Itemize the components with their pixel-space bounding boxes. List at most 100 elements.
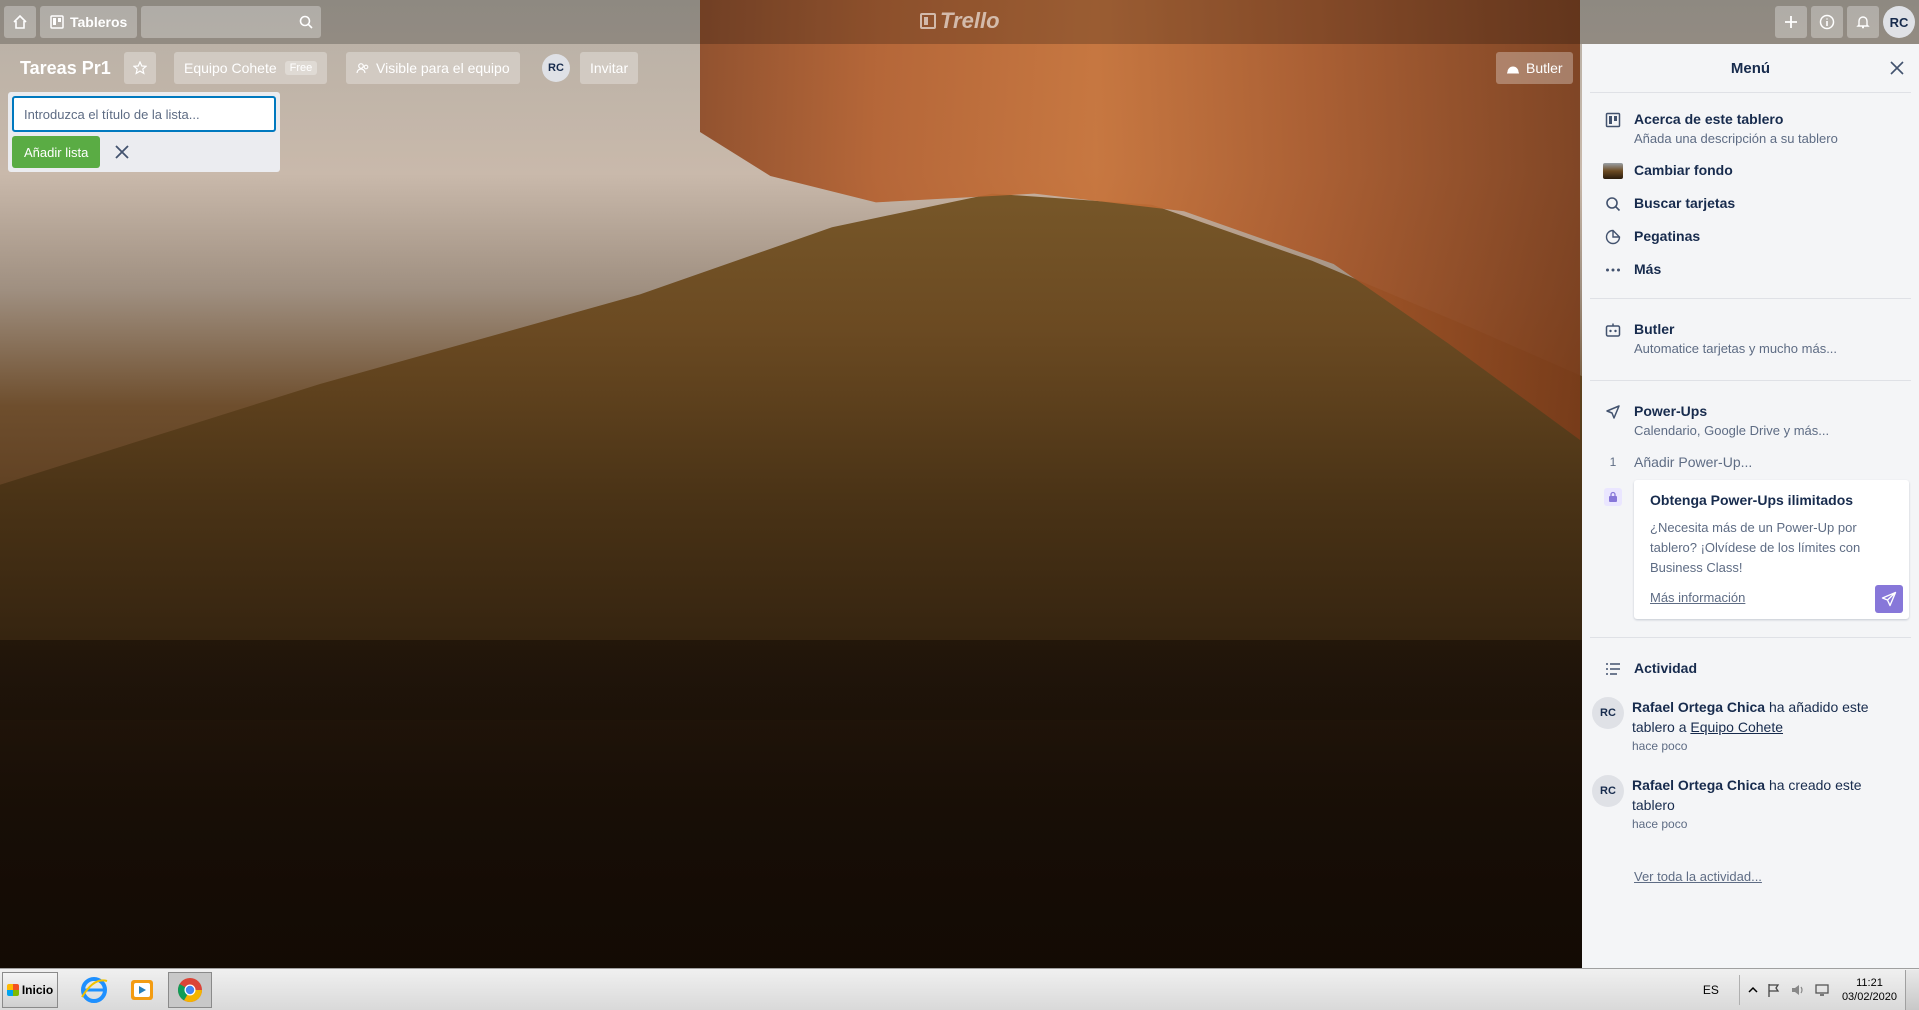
board-title[interactable]: Tareas Pr1	[12, 54, 119, 83]
rocket-icon	[1606, 405, 1620, 419]
info-icon	[1819, 14, 1835, 30]
activity-avatar[interactable]: RC	[1592, 697, 1624, 729]
invite-button[interactable]: Invitar	[580, 52, 639, 84]
menu-close-button[interactable]	[1887, 58, 1907, 78]
menu-powerups-section: Power-Ups Calendario, Google Drive y más…	[1582, 381, 1919, 637]
media-player-icon[interactable]	[120, 972, 164, 1008]
butler-button[interactable]: Butler	[1496, 52, 1573, 84]
notifications-button[interactable]	[1847, 6, 1879, 38]
menu-item-search-cards-title: Buscar tarjetas	[1634, 195, 1736, 211]
clock-date: 03/02/2020	[1841, 991, 1897, 1003]
volume-icon[interactable]	[1790, 982, 1806, 998]
team-button[interactable]: Equipo Cohete Free	[174, 52, 328, 84]
more-icon	[1606, 268, 1620, 272]
activity-header: Actividad	[1582, 654, 1919, 683]
trello-logo-icon	[920, 13, 936, 29]
search-input[interactable]	[141, 6, 322, 38]
start-button[interactable]: Inicio	[2, 971, 58, 1008]
menu-item-change-background-title: Cambiar fondo	[1634, 162, 1733, 178]
board-member-avatar[interactable]: RC	[542, 54, 570, 82]
menu-item-search-cards[interactable]: Buscar tarjetas	[1582, 185, 1919, 218]
activity-time[interactable]: hace poco	[1632, 739, 1907, 753]
boards-button[interactable]: Tableros	[40, 6, 138, 38]
powerup-count: 1	[1609, 455, 1617, 469]
menu-item-powerups-subtitle: Calendario, Google Drive y más...	[1634, 423, 1830, 438]
activity-avatar[interactable]: RC	[1592, 775, 1624, 807]
chrome-icon[interactable]	[168, 971, 212, 1008]
plus-icon	[1785, 16, 1797, 28]
star-button[interactable]	[124, 52, 156, 84]
activity-entry: RC Rafael Ortega Chica ha creado este ta…	[1582, 767, 1919, 839]
see-all-activity-link[interactable]: Ver toda la actividad...	[1634, 869, 1762, 884]
promo-more-info-link[interactable]: Más información	[1650, 590, 1745, 605]
team-visibility-icon	[356, 63, 369, 74]
activity-time[interactable]: hace poco	[1632, 817, 1907, 831]
background-thumbnail	[1603, 163, 1623, 179]
menu-item-stickers[interactable]: Pegatinas	[1582, 218, 1919, 251]
activity-entry-text: Rafael Ortega Chica ha creado este table…	[1632, 775, 1907, 815]
star-icon	[133, 61, 147, 75]
menu-item-butler-subtitle: Automatice tarjetas y mucho más...	[1634, 341, 1838, 356]
internet-explorer-icon[interactable]	[72, 972, 116, 1008]
menu-butler-section: Butler Automatice tarjetas y mucho más..…	[1582, 299, 1919, 380]
show-hidden-icons-icon[interactable]	[1748, 985, 1758, 995]
activity-list-icon	[1606, 663, 1620, 675]
home-button[interactable]	[4, 6, 36, 38]
trello-logo[interactable]: Trello	[920, 8, 1000, 34]
add-list-composer: Añadir lista	[8, 92, 280, 172]
language-indicator[interactable]: ES	[1703, 983, 1719, 997]
background-shadow	[0, 640, 1600, 968]
menu-item-add-powerup[interactable]: 1 Añadir Power-Up...	[1582, 444, 1919, 476]
add-list-button[interactable]: Añadir lista	[12, 136, 101, 168]
add-powerup-label: Añadir Power-Up...	[1634, 454, 1753, 470]
activity-target-link[interactable]: Equipo Cohete	[1690, 719, 1783, 735]
powerups-promo-card: Obtenga Power-Ups ilimitados ¿Necesita m…	[1634, 480, 1909, 619]
home-icon	[13, 14, 27, 29]
flag-icon[interactable]	[1766, 982, 1782, 998]
create-button[interactable]	[1775, 6, 1807, 38]
butler-bell-icon	[1507, 66, 1519, 74]
sticker-icon	[1605, 229, 1621, 245]
menu-item-powerups[interactable]: Power-Ups Calendario, Google Drive y más…	[1582, 397, 1919, 444]
clock-time: 11:21	[1856, 977, 1883, 989]
promo-wrapper: Obtenga Power-Ups ilimitados ¿Necesita m…	[1582, 480, 1919, 619]
system-clock[interactable]: 11:21 03/02/2020	[1842, 976, 1897, 1004]
activity-entry: RC Rafael Ortega Chica ha añadido este t…	[1582, 689, 1919, 761]
activity-title: Actividad	[1634, 660, 1698, 676]
visibility-label: Visible para el equipo	[376, 60, 510, 76]
user-avatar[interactable]: RC	[1883, 6, 1915, 38]
system-tray: ES 11:21 03/02/2020	[1703, 969, 1919, 1010]
menu-item-more[interactable]: Más	[1582, 251, 1919, 298]
search-icon	[1606, 197, 1621, 212]
menu-header: Menú	[1582, 44, 1919, 92]
menu-item-about[interactable]: Acerca de este tablero Añada una descrip…	[1582, 105, 1919, 152]
menu-item-change-background[interactable]: Cambiar fondo	[1582, 152, 1919, 185]
menu-primary-section: Acerca de este tablero Añada una descrip…	[1582, 93, 1919, 298]
list-title-input[interactable]	[12, 96, 276, 132]
close-icon	[1890, 61, 1904, 75]
start-label: Inicio	[21, 982, 54, 997]
activity-user[interactable]: Rafael Ortega Chica	[1632, 777, 1765, 793]
cancel-composer-button[interactable]	[106, 136, 138, 168]
free-badge: Free	[284, 61, 318, 75]
info-button[interactable]	[1811, 6, 1843, 38]
show-desktop-button[interactable]	[1905, 970, 1919, 1010]
robot-icon	[1605, 323, 1621, 337]
lock-icon	[1604, 488, 1622, 506]
menu-item-butler[interactable]: Butler Automatice tarjetas y mucho más..…	[1582, 315, 1919, 362]
windows-logo-icon	[6, 983, 19, 996]
menu-item-powerups-title: Power-Ups	[1634, 403, 1708, 419]
menu-title: Menú	[1730, 59, 1771, 77]
network-icon[interactable]	[1814, 982, 1830, 998]
menu-item-about-title: Acerca de este tablero	[1634, 111, 1784, 127]
board-menu: Menú Acerca de este tablero Añada una de…	[1582, 44, 1919, 968]
close-icon	[115, 145, 129, 159]
tray-divider	[1738, 975, 1740, 1005]
menu-item-butler-title: Butler	[1634, 321, 1675, 337]
paper-plane-icon[interactable]	[1875, 585, 1903, 613]
menu-item-more-title: Más	[1634, 261, 1662, 277]
team-label: Equipo Cohete	[184, 60, 277, 76]
visibility-button[interactable]: Visible para el equipo	[346, 52, 520, 84]
activity-user[interactable]: Rafael Ortega Chica	[1632, 699, 1765, 715]
menu-activity-section: Actividad RC Rafael Ortega Chica ha añad…	[1582, 638, 1919, 886]
